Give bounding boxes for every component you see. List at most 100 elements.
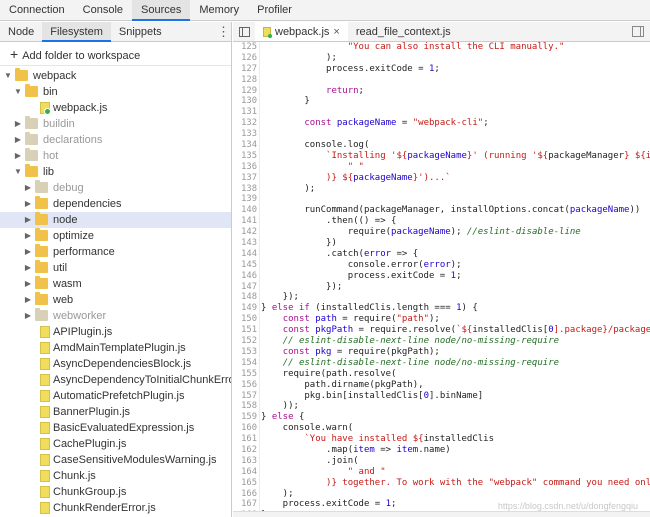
tree-file[interactable]: Chunk.js — [0, 468, 231, 484]
top-tab-connection[interactable]: Connection — [0, 0, 74, 20]
collapsed-arrow-icon[interactable]: ▶ — [23, 292, 33, 308]
tree-folder[interactable]: ▶ dependencies — [0, 196, 231, 212]
line-number[interactable]: 155 — [233, 369, 257, 380]
line-number[interactable]: 126 — [233, 53, 257, 64]
code-editor[interactable]: 125 "You can also install the CLI manual… — [233, 42, 650, 517]
subtab-node[interactable]: Node — [0, 22, 42, 41]
tree-folder[interactable]: ▼ lib — [0, 164, 231, 180]
collapsed-arrow-icon[interactable]: ▶ — [23, 180, 33, 196]
line-number[interactable]: 150 — [233, 314, 257, 325]
tree-folder[interactable]: ▶ hot — [0, 148, 231, 164]
add-folder-button[interactable]: + Add folder to workspace — [0, 42, 231, 66]
tree-file[interactable]: webpack.js — [0, 100, 231, 116]
line-number[interactable]: 133 — [233, 129, 257, 140]
line-number[interactable]: 128 — [233, 75, 257, 86]
line-number[interactable]: 152 — [233, 336, 257, 347]
top-tab-console[interactable]: Console — [74, 0, 132, 20]
tree-file[interactable]: ChunkRenderError.js — [0, 500, 231, 516]
line-number[interactable]: 164 — [233, 467, 257, 478]
top-tab-profiler[interactable]: Profiler — [248, 0, 301, 20]
line-number[interactable]: 156 — [233, 380, 257, 391]
expanded-arrow-icon[interactable]: ▼ — [13, 164, 23, 180]
tree-folder[interactable]: ▶ buildin — [0, 116, 231, 132]
tree-folder[interactable]: ▶ declarations — [0, 132, 231, 148]
line-number[interactable]: 162 — [233, 445, 257, 456]
tree-folder[interactable]: ▶ web — [0, 292, 231, 308]
line-number[interactable]: 127 — [233, 64, 257, 75]
tree-file[interactable]: AutomaticPrefetchPlugin.js — [0, 388, 231, 404]
tree-folder[interactable]: ▶ util — [0, 260, 231, 276]
collapsed-arrow-icon[interactable]: ▶ — [23, 196, 33, 212]
line-number[interactable]: 144 — [233, 249, 257, 260]
tree-folder[interactable]: ▶ optimize — [0, 228, 231, 244]
editor-tab[interactable]: webpack.js × — [255, 22, 348, 41]
close-icon[interactable]: × — [333, 22, 339, 42]
tree-file[interactable]: CaseSensitiveModulesWarning.js — [0, 452, 231, 468]
line-number[interactable]: 137 — [233, 173, 257, 184]
line-number[interactable]: 160 — [233, 423, 257, 434]
collapsed-arrow-icon[interactable]: ▶ — [13, 132, 23, 148]
tree-folder[interactable]: ▶ webworker — [0, 308, 231, 324]
collapsed-arrow-icon[interactable]: ▶ — [23, 260, 33, 276]
tree-file[interactable]: AsyncDependenciesBlock.js — [0, 356, 231, 372]
tree-file[interactable]: AsyncDependencyToInitialChunkError.js — [0, 372, 231, 388]
line-number[interactable]: 154 — [233, 358, 257, 369]
tree-folder[interactable]: ▶ node — [0, 212, 231, 228]
tree-file[interactable]: BasicEvaluatedExpression.js — [0, 420, 231, 436]
line-number[interactable]: 146 — [233, 271, 257, 282]
collapsed-arrow-icon[interactable]: ▶ — [23, 276, 33, 292]
tree-folder[interactable]: ▼ bin — [0, 84, 231, 100]
line-number[interactable]: 140 — [233, 205, 257, 216]
toggle-debugger-sidebar-icon[interactable] — [632, 26, 644, 37]
top-tab-memory[interactable]: Memory — [190, 0, 248, 20]
more-options-icon[interactable]: ⋮ — [217, 25, 230, 39]
tree-file[interactable]: APIPlugin.js — [0, 324, 231, 340]
line-number[interactable]: 134 — [233, 140, 257, 151]
tree-file[interactable]: ChunkGroup.js — [0, 484, 231, 500]
line-number[interactable]: 159 — [233, 412, 257, 423]
expanded-arrow-icon[interactable]: ▼ — [3, 68, 13, 84]
collapsed-arrow-icon[interactable]: ▶ — [23, 212, 33, 228]
line-number[interactable]: 125 — [233, 42, 257, 53]
subtab-filesystem[interactable]: Filesystem — [42, 22, 111, 42]
collapsed-arrow-icon[interactable]: ▶ — [23, 228, 33, 244]
line-number[interactable]: 138 — [233, 184, 257, 195]
line-number[interactable]: 167 — [233, 499, 257, 510]
line-number[interactable]: 151 — [233, 325, 257, 336]
tree-file[interactable]: CachePlugin.js — [0, 436, 231, 452]
line-number[interactable]: 139 — [233, 194, 257, 205]
line-number[interactable]: 148 — [233, 292, 257, 303]
line-number[interactable]: 158 — [233, 401, 257, 412]
line-number[interactable]: 163 — [233, 456, 257, 467]
line-number[interactable]: 132 — [233, 118, 257, 129]
top-tab-sources[interactable]: Sources — [132, 0, 191, 21]
collapsed-arrow-icon[interactable]: ▶ — [23, 244, 33, 260]
tree-folder[interactable]: ▶ performance — [0, 244, 231, 260]
line-number[interactable]: 130 — [233, 96, 257, 107]
line-number[interactable]: 145 — [233, 260, 257, 271]
collapsed-arrow-icon[interactable]: ▶ — [23, 308, 33, 324]
line-number[interactable]: 161 — [233, 434, 257, 445]
tree-folder[interactable]: ▶ wasm — [0, 276, 231, 292]
collapsed-arrow-icon[interactable]: ▶ — [13, 116, 23, 132]
line-number[interactable]: 149 — [233, 303, 257, 314]
expanded-arrow-icon[interactable]: ▼ — [13, 84, 23, 100]
line-number[interactable]: 129 — [233, 86, 257, 97]
line-number[interactable]: 141 — [233, 216, 257, 227]
line-number[interactable]: 166 — [233, 489, 257, 500]
line-number[interactable]: 143 — [233, 238, 257, 249]
subtab-snippets[interactable]: Snippets — [111, 22, 170, 41]
line-number[interactable]: 131 — [233, 107, 257, 118]
toggle-navigator-button[interactable] — [233, 22, 255, 42]
collapsed-arrow-icon[interactable]: ▶ — [13, 148, 23, 164]
line-number[interactable]: 142 — [233, 227, 257, 238]
tree-file[interactable]: AmdMainTemplatePlugin.js — [0, 340, 231, 356]
line-number[interactable]: 153 — [233, 347, 257, 358]
tree-folder[interactable]: ▶ debug — [0, 180, 231, 196]
editor-tab[interactable]: read_file_context.js — [348, 22, 459, 41]
line-number[interactable]: 165 — [233, 478, 257, 489]
line-number[interactable]: 136 — [233, 162, 257, 173]
line-number[interactable]: 135 — [233, 151, 257, 162]
tree-folder[interactable]: ▼ webpack — [0, 68, 231, 84]
line-number[interactable]: 157 — [233, 391, 257, 402]
